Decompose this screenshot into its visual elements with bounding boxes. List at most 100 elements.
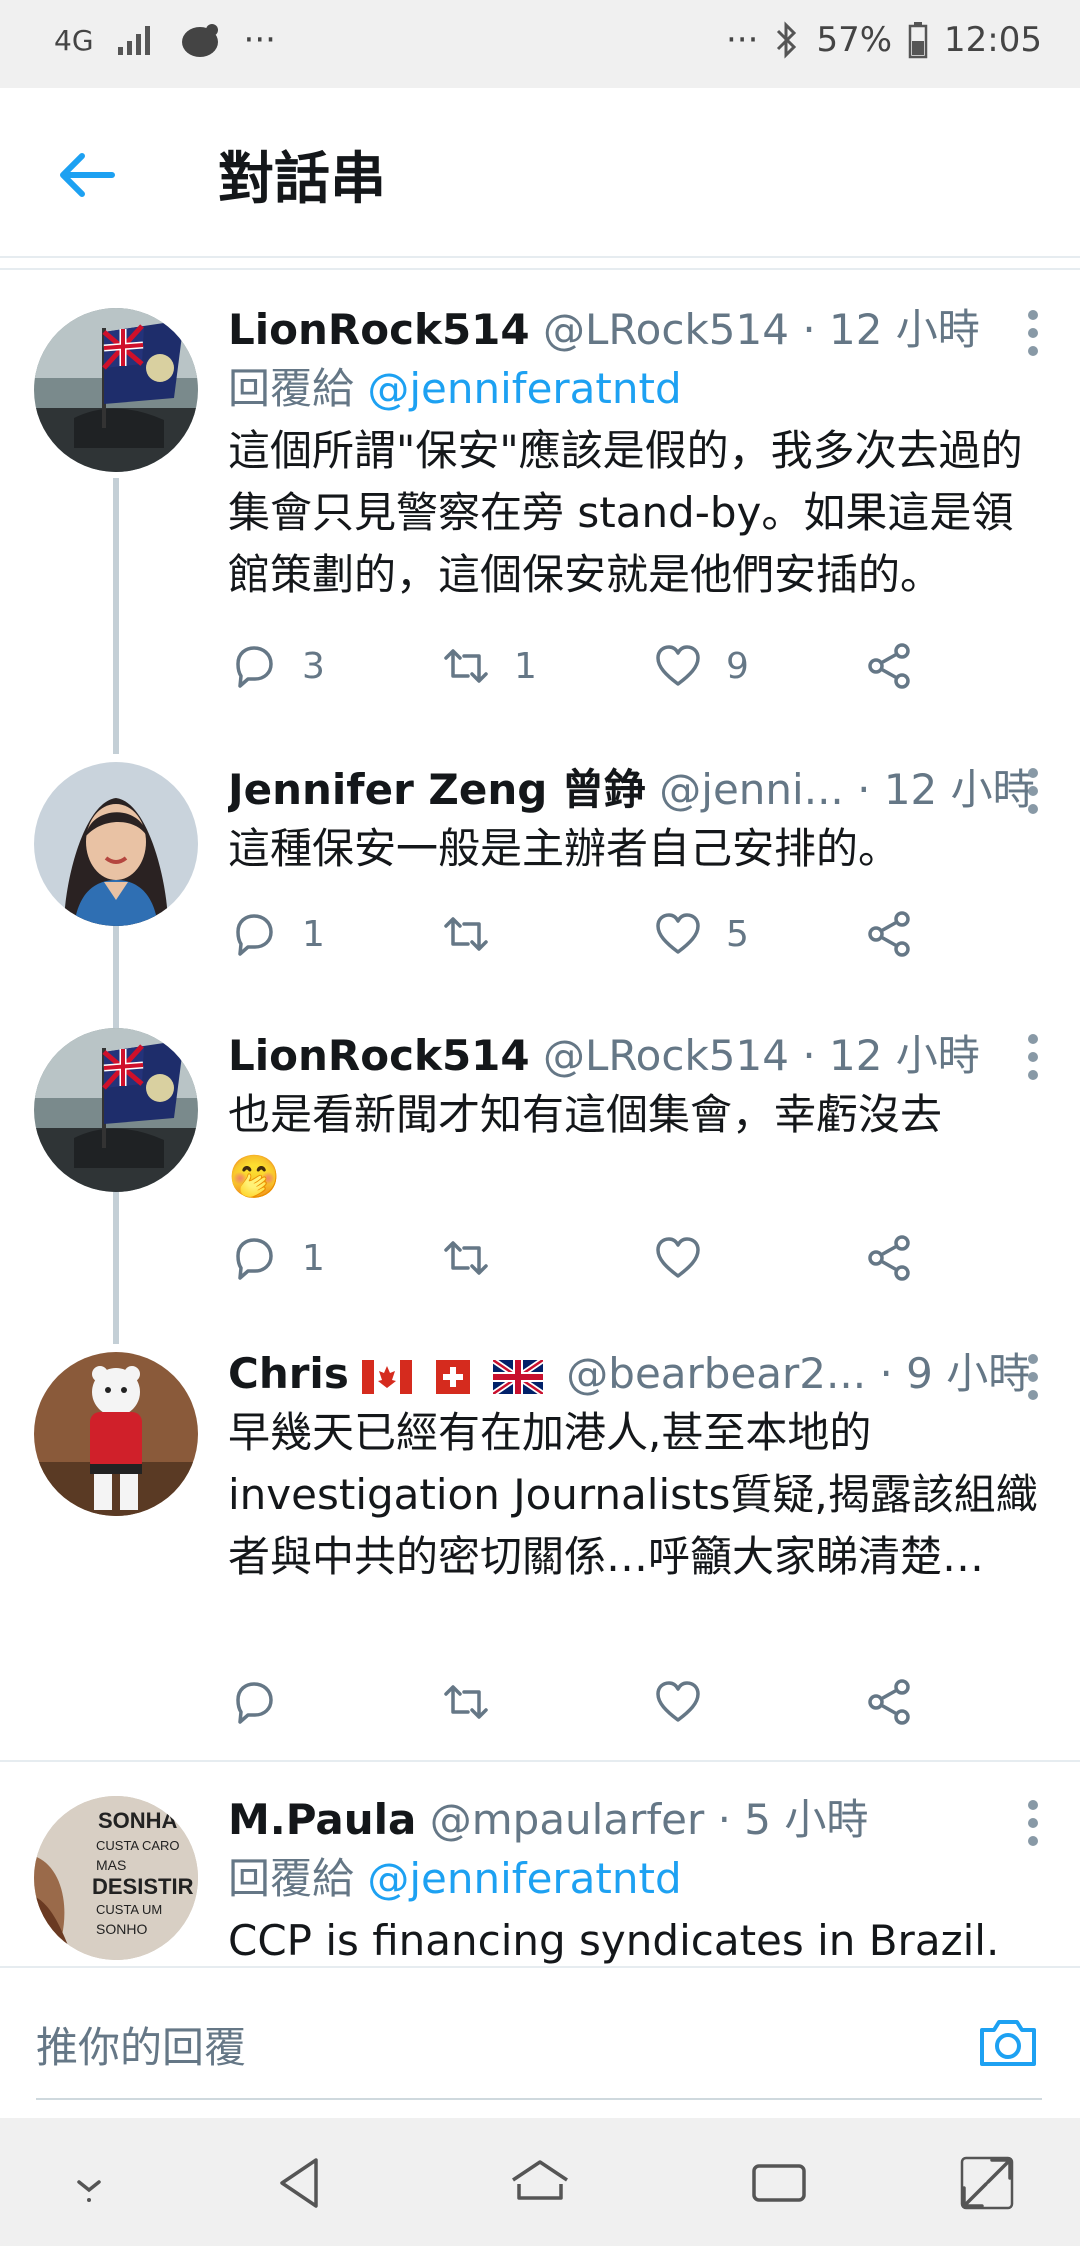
retweet-icon <box>444 1241 488 1275</box>
user-handle[interactable]: @LRock514 <box>543 305 789 354</box>
battery-percent: 57% <box>816 20 893 60</box>
reply-composer: 推你的回覆 <box>0 1966 1080 2118</box>
tweet[interactable]: SONHA CUSTA CARO MAS DESISTIR CUSTA UM S… <box>0 1774 1080 1964</box>
bluetooth-icon <box>777 21 797 59</box>
camera-icon[interactable] <box>976 2010 1040 2074</box>
canada-flag-icon <box>362 1359 413 1394</box>
avatar-text: CUSTA UM <box>96 1902 162 1917</box>
tweet-actions <box>228 1672 948 1732</box>
reply-button[interactable] <box>228 1672 280 1732</box>
tweet-time: · 9 小時 <box>879 1349 1031 1398</box>
like-count: 9 <box>726 645 749 687</box>
avatar[interactable] <box>34 308 198 472</box>
tweet[interactable]: Chris @bearbear2... · 9 小時 早幾天已經有在加港人,甚至… <box>0 1334 1080 1754</box>
more-options-icon[interactable] <box>1028 1034 1040 1088</box>
retweet-button[interactable]: 1 <box>440 636 537 696</box>
user-handle[interactable]: @LRock514 <box>543 1031 789 1080</box>
retweet-button[interactable] <box>440 1228 514 1288</box>
status-more-left: ··· <box>243 20 276 60</box>
avatar[interactable]: SONHA CUSTA CARO MAS DESISTIR CUSTA UM S… <box>34 1796 198 1960</box>
retweet-icon <box>444 917 488 951</box>
clock: 12:05 <box>944 20 1042 60</box>
reply-to-handle[interactable]: @jenniferatntd <box>367 1854 681 1903</box>
reply-button[interactable]: 1 <box>228 1228 325 1288</box>
avatar-text: DESISTIR <box>92 1874 194 1899</box>
reply-count: 1 <box>302 1237 325 1279</box>
tweet-time: · 12 小時 <box>802 1031 980 1080</box>
heart-icon <box>656 1237 700 1278</box>
user-handle[interactable]: @jenni... <box>659 765 843 814</box>
reply-to: 回覆給 @jenniferatntd <box>228 358 1048 420</box>
display-name[interactable]: LionRock514 <box>228 305 530 354</box>
tweet-actions: 1 5 <box>228 904 948 964</box>
avatar-text: CUSTA CARO <box>96 1838 180 1853</box>
tweet-text: 也是看新聞才知有這個集會，幸虧沒去 <box>228 1090 943 1139</box>
like-button[interactable] <box>652 1672 704 1732</box>
avatar[interactable] <box>34 1352 198 1516</box>
display-name[interactable]: Chris <box>228 1349 349 1398</box>
like-button[interactable] <box>652 1228 726 1288</box>
more-options-icon[interactable] <box>1028 1800 1040 1854</box>
reply-icon <box>236 646 273 688</box>
reply-button[interactable]: 3 <box>228 636 325 696</box>
heart-icon <box>656 645 700 686</box>
share-button[interactable] <box>864 904 916 964</box>
avatar[interactable] <box>34 762 198 926</box>
like-count: 5 <box>726 913 749 955</box>
display-name[interactable]: Jennifer Zeng 曾錚 <box>228 765 646 814</box>
share-icon <box>868 643 910 689</box>
collapse-down-icon[interactable] <box>54 2148 124 2218</box>
share-button[interactable] <box>864 636 916 696</box>
network-indicator: 4G <box>54 23 94 57</box>
avatar-text: SONHA <box>98 1808 178 1833</box>
reply-input[interactable]: 推你的回覆 <box>36 2014 246 2075</box>
heart-icon <box>656 913 700 954</box>
switzerland-flag-icon <box>435 1359 470 1394</box>
share-icon <box>868 1679 910 1725</box>
reply-icon <box>236 1682 273 1724</box>
app-notification-icon <box>181 24 218 57</box>
tweet[interactable]: Jennifer Zeng 曾錚 @jenni... · 12 小時 這種保安一… <box>0 742 1080 1012</box>
reply-button[interactable]: 1 <box>228 904 325 964</box>
expand-screen-icon[interactable] <box>952 2148 1022 2218</box>
retweet-button[interactable] <box>440 1672 492 1732</box>
user-handle[interactable]: @bearbear2... <box>566 1349 866 1398</box>
reply-count: 1 <box>302 913 325 955</box>
header-divider <box>0 268 1080 270</box>
composer-underline <box>36 2098 1042 2100</box>
tweet[interactable]: LionRock514 @LRock514 · 12 小時 回覆給 @jenni… <box>0 290 1080 730</box>
back-icon[interactable] <box>266 2148 336 2218</box>
share-button[interactable] <box>864 1228 916 1288</box>
avatar-text: MAS <box>96 1857 126 1873</box>
home-icon[interactable] <box>505 2148 575 2218</box>
tweet-time: · 5 小時 <box>717 1795 869 1844</box>
reply-to-handle[interactable]: @jenniferatntd <box>367 364 681 413</box>
more-options-icon[interactable] <box>1028 768 1040 822</box>
system-nav-bar <box>0 2118 1080 2246</box>
share-icon <box>868 1235 910 1281</box>
avatar[interactable] <box>34 1028 198 1192</box>
display-name[interactable]: LionRock514 <box>228 1031 530 1080</box>
more-options-icon[interactable] <box>1028 310 1040 364</box>
recent-apps-icon[interactable] <box>744 2148 814 2218</box>
tweet-text: 早幾天已經有在加港人,甚至本地的investigation Journalist… <box>228 1408 1038 1581</box>
retweet-button[interactable] <box>440 904 514 964</box>
heart-icon <box>656 1681 700 1722</box>
emoji-hand-over-mouth: 🤭 <box>228 1152 281 1201</box>
display-name[interactable]: M.Paula <box>228 1795 416 1844</box>
back-arrow-icon[interactable] <box>52 140 122 210</box>
tweet-time: · 12 小時 <box>802 305 980 354</box>
share-button[interactable] <box>864 1672 916 1732</box>
uk-flag-icon <box>492 1359 543 1394</box>
tweet-text: CCP is financing syndicates in Brazil. <box>228 1916 1000 1964</box>
tweet-actions: 3 1 9 <box>228 636 948 696</box>
reply-icon <box>236 1238 273 1280</box>
like-button[interactable]: 9 <box>652 636 749 696</box>
like-button[interactable]: 5 <box>652 904 749 964</box>
tweet[interactable]: LionRock514 @LRock514 · 12 小時 也是看新聞才知有這個… <box>0 1010 1080 1330</box>
user-handle[interactable]: @mpaularfer <box>430 1795 705 1844</box>
more-options-icon[interactable] <box>1028 1354 1040 1408</box>
retweet-icon <box>444 1685 488 1719</box>
status-bar: 4G ··· ··· 57% 12:05 <box>0 0 1080 88</box>
retweet-count: 1 <box>514 645 537 687</box>
